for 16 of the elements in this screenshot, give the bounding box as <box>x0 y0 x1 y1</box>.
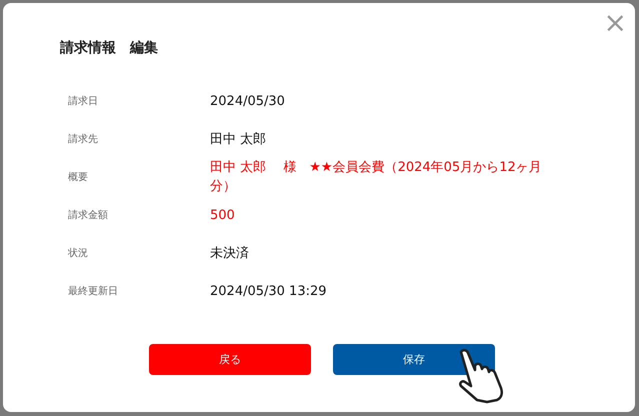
field-value: 田中 太郎 様 ★★会員会費（2024年05月から12ヶ月分） <box>210 159 543 196</box>
dialog-title: 請求情報 編集 <box>60 39 159 57</box>
field-value: 2024/05/30 <box>210 92 286 110</box>
field-value: 2024/05/30 13:29 <box>210 282 328 300</box>
field-label: 請求先 <box>68 132 99 146</box>
field-value: 未決済 <box>210 244 250 262</box>
field-label: 請求日 <box>68 94 99 108</box>
field-value: 500 <box>210 206 236 224</box>
field-label: 状況 <box>68 246 89 260</box>
back-button[interactable]: 戻る <box>149 344 311 375</box>
close-button[interactable]: × <box>604 9 627 37</box>
field-value: 田中 太郎 <box>210 130 268 148</box>
save-button[interactable]: 保存 <box>333 344 495 375</box>
field-label: 概要 <box>68 170 89 184</box>
field-label: 最終更新日 <box>68 284 119 298</box>
field-label: 請求金額 <box>68 208 109 222</box>
